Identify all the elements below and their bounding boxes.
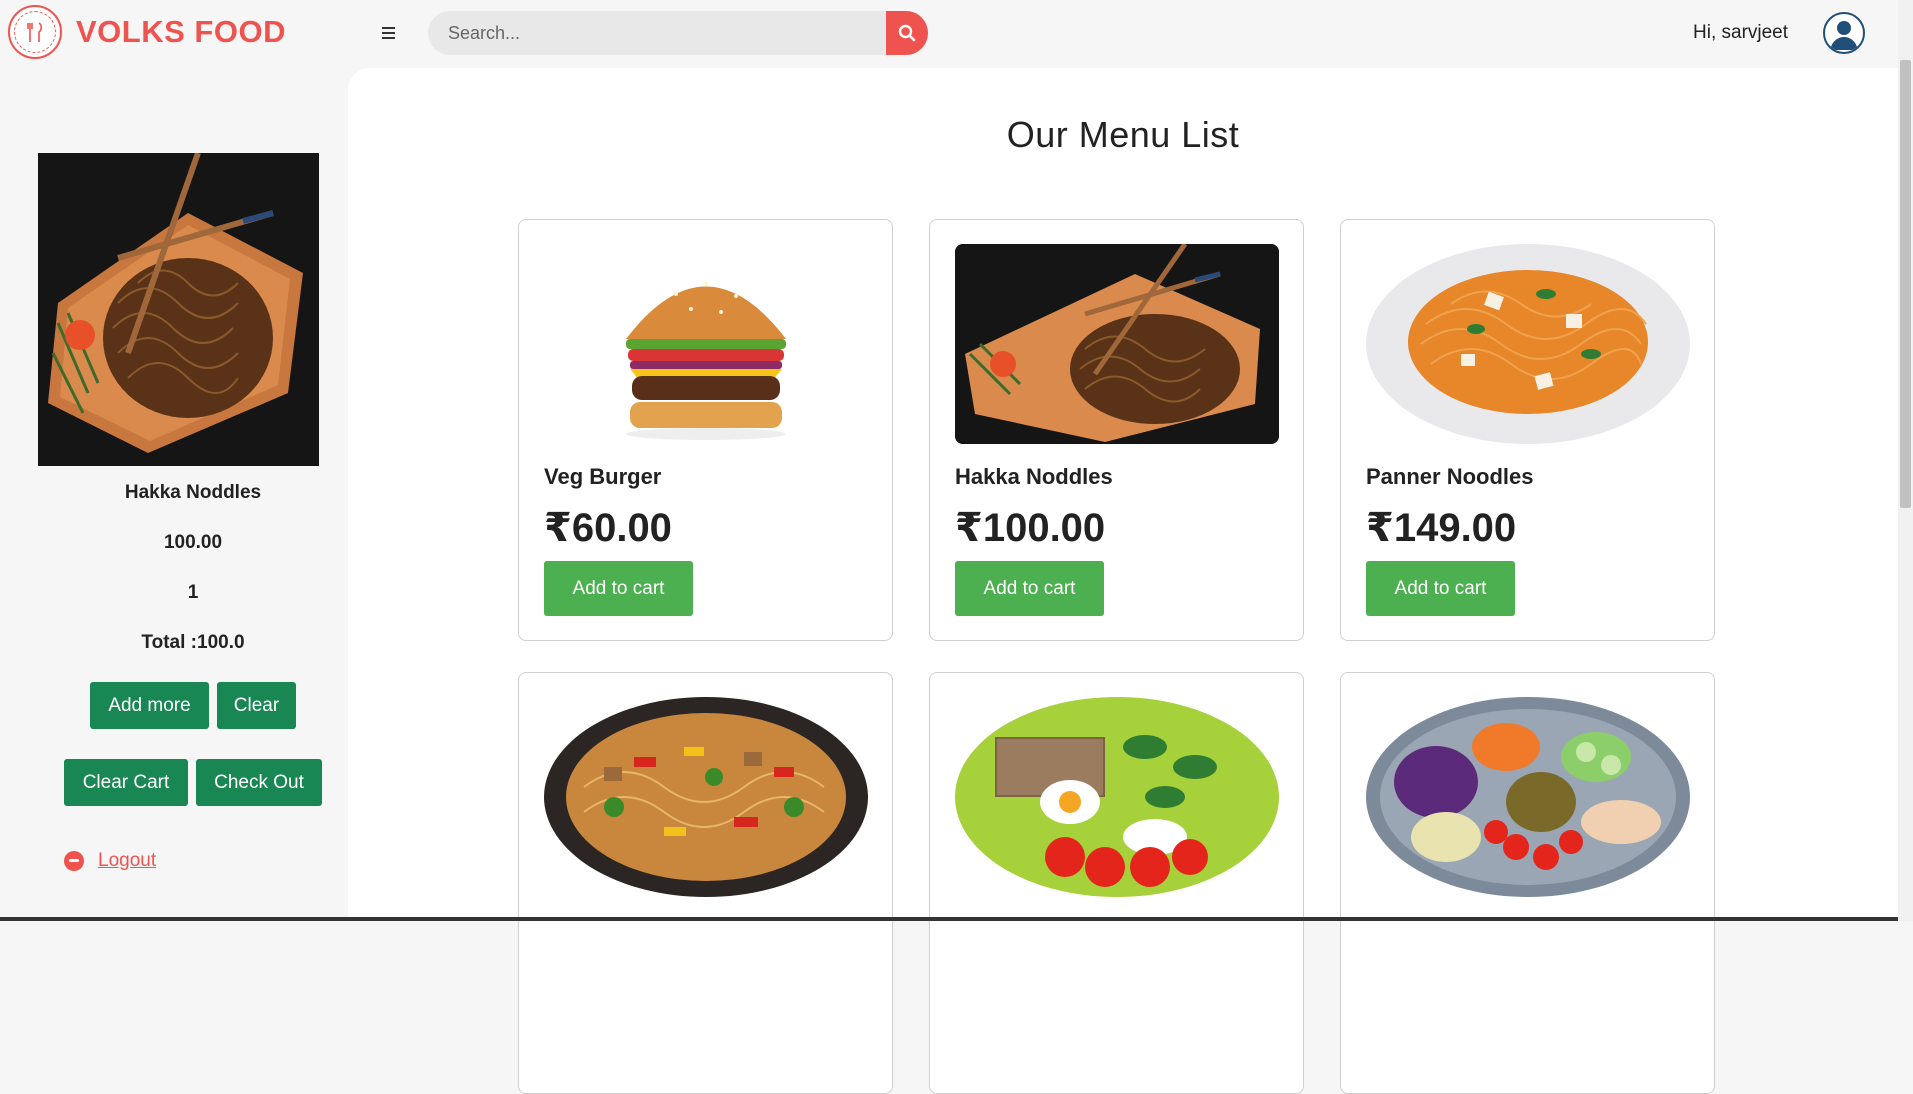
menu-card-panner-noodles: Panner Noodles ₹149.00 Add to cart [1340,219,1715,641]
clear-cart-button[interactable]: Clear Cart [64,759,188,806]
noodles-image [955,244,1279,444]
veggie-bowl-image [1366,697,1690,897]
logout-link[interactable]: Logout [64,850,156,872]
menu-item-name: Veg Burger [544,464,662,489]
burger-image [544,244,868,444]
brand-logo[interactable]: VOLKS FOOD [8,5,286,59]
logo-emblem-icon [8,5,62,59]
menu-item-name: Panner Noodles [1366,464,1534,489]
search-bar [428,11,928,55]
user-avatar-icon[interactable] [1823,12,1865,54]
cart-sidebar: Hakka Noddles 100.00 1 Total :100.0 Add … [0,68,348,921]
top-header: VOLKS FOOD Hi, sarvjeet [0,0,1898,68]
cart-item-quantity: 1 [187,582,199,603]
page-title: Our Menu List [1006,114,1240,155]
menu-panel: Our Menu List Veg Burger ₹60.00 Add to c… [348,68,1898,1094]
menu-card-hakka-noddles: Hakka Noddles ₹100.00 Add to cart [929,219,1304,641]
cart-item-image [38,153,319,466]
egg-salad-plate-image [955,697,1279,897]
scrollbar-thumb[interactable] [1900,60,1911,508]
cart-item-name: Hakka Noddles [124,482,262,503]
add-to-cart-button[interactable]: Add to cart [955,561,1104,616]
spaghetti-image [1366,244,1690,444]
search-icon [898,24,916,42]
menu-item-price: ₹60.00 [544,506,672,550]
hamburger-menu-icon[interactable] [378,22,400,44]
search-button[interactable] [886,11,928,55]
user-greeting: Hi, sarvjeet [1693,22,1789,43]
menu-card-veg-burger: Veg Burger ₹60.00 Add to cart [518,219,893,641]
menu-item-price: ₹100.00 [955,506,1106,550]
cart-item-price: 100.00 [163,532,223,553]
add-more-button[interactable]: Add more [90,682,209,729]
menu-item-name: Hakka Noddles [955,464,1113,489]
search-input[interactable] [428,11,886,55]
add-to-cart-button[interactable]: Add to cart [544,561,693,616]
menu-card [1340,672,1715,1094]
clear-button[interactable]: Clear [217,682,296,729]
brand-name: VOLKS FOOD [76,14,286,49]
menu-item-price: ₹149.00 [1366,506,1517,550]
bottom-edge [0,917,1898,921]
menu-card [518,672,893,1094]
add-to-cart-button[interactable]: Add to cart [1366,561,1515,616]
menu-card [929,672,1304,1094]
cart-total: Total :100.0 [141,632,245,653]
logout-label: Logout [98,850,157,871]
stir-fry-noodles-image [544,697,868,897]
check-out-button[interactable]: Check Out [196,759,322,806]
logout-icon [64,851,84,871]
